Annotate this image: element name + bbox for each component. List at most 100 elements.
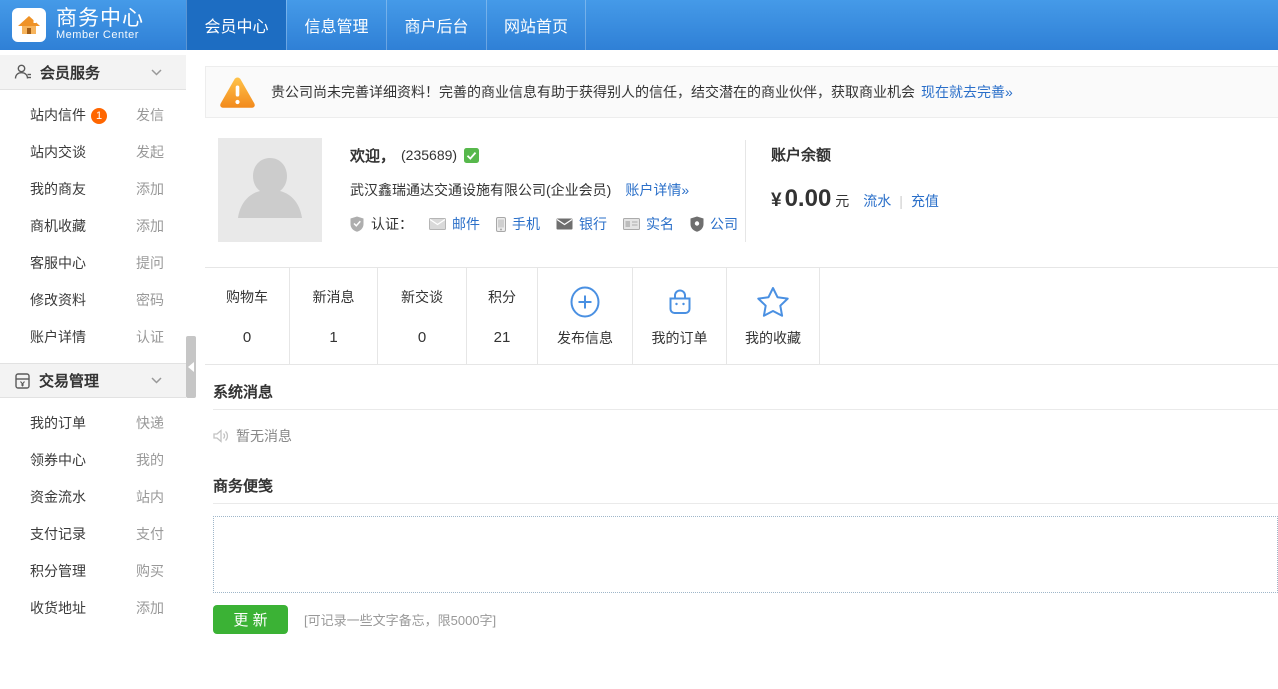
orders-icon <box>14 372 31 390</box>
sidebar-item-label[interactable]: 收货地址 <box>30 598 86 618</box>
sidebar-item-label[interactable]: 客服中心 <box>30 253 86 273</box>
logo-text: 商务中心 Member Center <box>56 8 144 42</box>
balance-title: 账户余额 <box>771 144 939 165</box>
profile-balance-divider <box>745 140 746 242</box>
sidebar-item-label[interactable]: 我的商友 <box>30 179 86 199</box>
cert-mail-link[interactable]: 邮件 <box>452 214 480 234</box>
top-header: 商务中心 Member Center 会员中心 信息管理 商户后台 网站首页 <box>0 0 1278 50</box>
sidebar-item-label[interactable]: 支付记录 <box>30 524 86 544</box>
sidebar-item-action[interactable]: 站内 <box>136 487 164 507</box>
sidebar-item-address[interactable]: 收货地址 添加 <box>0 589 186 626</box>
sidebar-item-coupons[interactable]: 领券中心 我的 <box>0 441 186 478</box>
cert-company-link[interactable]: 公司 <box>710 214 738 234</box>
sidebar-item-label[interactable]: 积分管理 <box>30 561 86 581</box>
sidebar-section-member-services[interactable]: 会员服务 <box>0 55 186 90</box>
publish-info-button[interactable]: 发布信息 <box>538 268 633 364</box>
sidebar-item-orders[interactable]: 我的订单 快递 <box>0 404 186 441</box>
bag-icon <box>663 285 697 319</box>
tab-site-home[interactable]: 网站首页 <box>486 0 586 50</box>
account-detail-link[interactable]: 账户详情» <box>625 180 689 200</box>
balance-unit: 元 <box>835 191 849 211</box>
member-center-page: 商务中心 Member Center 会员中心 信息管理 商户后台 网站首页 会… <box>0 0 1278 689</box>
sidebar-collapse-handle[interactable] <box>186 336 196 398</box>
welcome-label: 欢迎， <box>350 145 395 166</box>
sidebar-item-label[interactable]: 修改资料 <box>30 290 86 310</box>
notes-hint: [可记录一些文字备忘，限5000字] <box>304 610 496 629</box>
tab-member-center[interactable]: 会员中心 <box>186 0 286 50</box>
tab-merchant-backend[interactable]: 商户后台 <box>386 0 486 50</box>
sidebar-item-service-center[interactable]: 客服中心 提问 <box>0 244 186 281</box>
complete-profile-link[interactable]: 现在就去完善» <box>921 82 1013 102</box>
avatar <box>218 138 322 242</box>
stat-new-chats[interactable]: 新交谈 0 <box>378 268 467 364</box>
sidebar-item-action[interactable]: 支付 <box>136 524 164 544</box>
stat-new-messages[interactable]: 新消息 1 <box>290 268 378 364</box>
warning-icon <box>219 76 256 109</box>
cert-bank: 银行 <box>556 214 607 234</box>
stats-row: 购物车 0 新消息 1 新交谈 0 积分 21 <box>205 267 1278 365</box>
stat-value: 0 <box>243 329 251 346</box>
my-favorites-button[interactable]: 我的收藏 <box>727 268 820 364</box>
sidebar-item-friends[interactable]: 我的商友 添加 <box>0 170 186 207</box>
sidebar-item-action[interactable]: 添加 <box>136 598 164 618</box>
home-icon <box>12 8 46 42</box>
my-orders-button[interactable]: 我的订单 <box>633 268 727 364</box>
sidebar-item-payment-records[interactable]: 支付记录 支付 <box>0 515 186 552</box>
stat-label: 新消息 <box>313 287 355 307</box>
user-icon <box>14 63 32 81</box>
sidebar-item-label[interactable]: 资金流水 <box>30 487 86 507</box>
unread-badge: 1 <box>91 108 107 124</box>
sidebar-item-mail[interactable]: 站内信件1 发信 <box>0 96 186 133</box>
cert-bank-link[interactable]: 银行 <box>579 214 607 234</box>
system-messages-title: 系统消息 <box>213 381 1278 410</box>
sidebar-item-edit-profile[interactable]: 修改资料 密码 <box>0 281 186 318</box>
cert-phone-link[interactable]: 手机 <box>512 214 540 234</box>
update-button[interactable]: 更 新 <box>213 605 288 634</box>
sidebar-item-funds-flow[interactable]: 资金流水 站内 <box>0 478 186 515</box>
sidebar-item-action[interactable]: 提问 <box>136 253 164 273</box>
stat-value: 1 <box>329 329 337 346</box>
sidebar-item-label[interactable]: 我的订单 <box>30 413 86 433</box>
shield-icon <box>350 216 364 232</box>
sidebar-item-action[interactable]: 购买 <box>136 561 164 581</box>
sidebar-item-action[interactable]: 我的 <box>136 450 164 470</box>
sidebar-items-member-services: 站内信件1 发信 站内交谈 发起 我的商友 添加 商机收藏 添加 客服中心 提问… <box>0 90 186 363</box>
stat-cart[interactable]: 购物车 0 <box>205 268 290 364</box>
sidebar-item-action[interactable]: 密码 <box>136 290 164 310</box>
business-notes-textarea[interactable] <box>213 516 1278 593</box>
cert-realname-link[interactable]: 实名 <box>646 214 674 234</box>
sidebar-item-action[interactable]: 添加 <box>136 179 164 199</box>
sidebar-item-action[interactable]: 快递 <box>136 413 164 433</box>
sidebar-item-action[interactable]: 发信 <box>136 105 164 125</box>
sidebar-item-label[interactable]: 账户详情 <box>30 327 86 347</box>
sidebar-item-action[interactable]: 发起 <box>136 142 164 162</box>
stat-points[interactable]: 积分 21 <box>467 268 538 364</box>
business-notes-title: 商务便笺 <box>213 475 1278 504</box>
sidebar-section-trade-management[interactable]: 交易管理 <box>0 363 186 398</box>
link-separator: | <box>899 193 903 209</box>
chevron-down-icon <box>151 377 162 384</box>
sidebar-item-favorites[interactable]: 商机收藏 添加 <box>0 207 186 244</box>
sidebar-section-title: 会员服务 <box>40 62 151 83</box>
company-name: 武汉鑫瑞通达交通设施有限公司(企业会员) <box>350 180 611 200</box>
sidebar: 会员服务 站内信件1 发信 站内交谈 发起 我的商友 添加 商机收藏 <box>0 50 186 689</box>
sidebar-item-action[interactable]: 添加 <box>136 216 164 236</box>
sidebar-item-points[interactable]: 积分管理 购买 <box>0 552 186 589</box>
verified-badge-icon <box>464 148 479 163</box>
sidebar-item-label[interactable]: 站内交谈 <box>30 142 86 162</box>
sidebar-item-chat[interactable]: 站内交谈 发起 <box>0 133 186 170</box>
cert-label: 认证： <box>371 214 413 234</box>
sidebar-item-label[interactable]: 领券中心 <box>30 450 86 470</box>
stat-label: 购物车 <box>226 287 268 307</box>
main-content: 贵公司尚未完善详细资料！完善的商业信息有助于获得别人的信任，结交潜在的商业伙伴，… <box>205 50 1278 689</box>
mail-icon <box>429 218 446 230</box>
sidebar-item-label[interactable]: 站内信件1 <box>30 105 107 125</box>
sidebar-item-account-detail[interactable]: 账户详情 认证 <box>0 318 186 355</box>
sidebar-item-action[interactable]: 认证 <box>136 327 164 347</box>
sidebar-item-label[interactable]: 商机收藏 <box>30 216 86 236</box>
tab-info-management[interactable]: 信息管理 <box>286 0 386 50</box>
cert-company: 公司 <box>690 214 738 234</box>
member-id: (235689) <box>401 147 457 163</box>
recharge-link[interactable]: 充值 <box>911 193 939 209</box>
flow-link[interactable]: 流水 <box>863 193 891 209</box>
